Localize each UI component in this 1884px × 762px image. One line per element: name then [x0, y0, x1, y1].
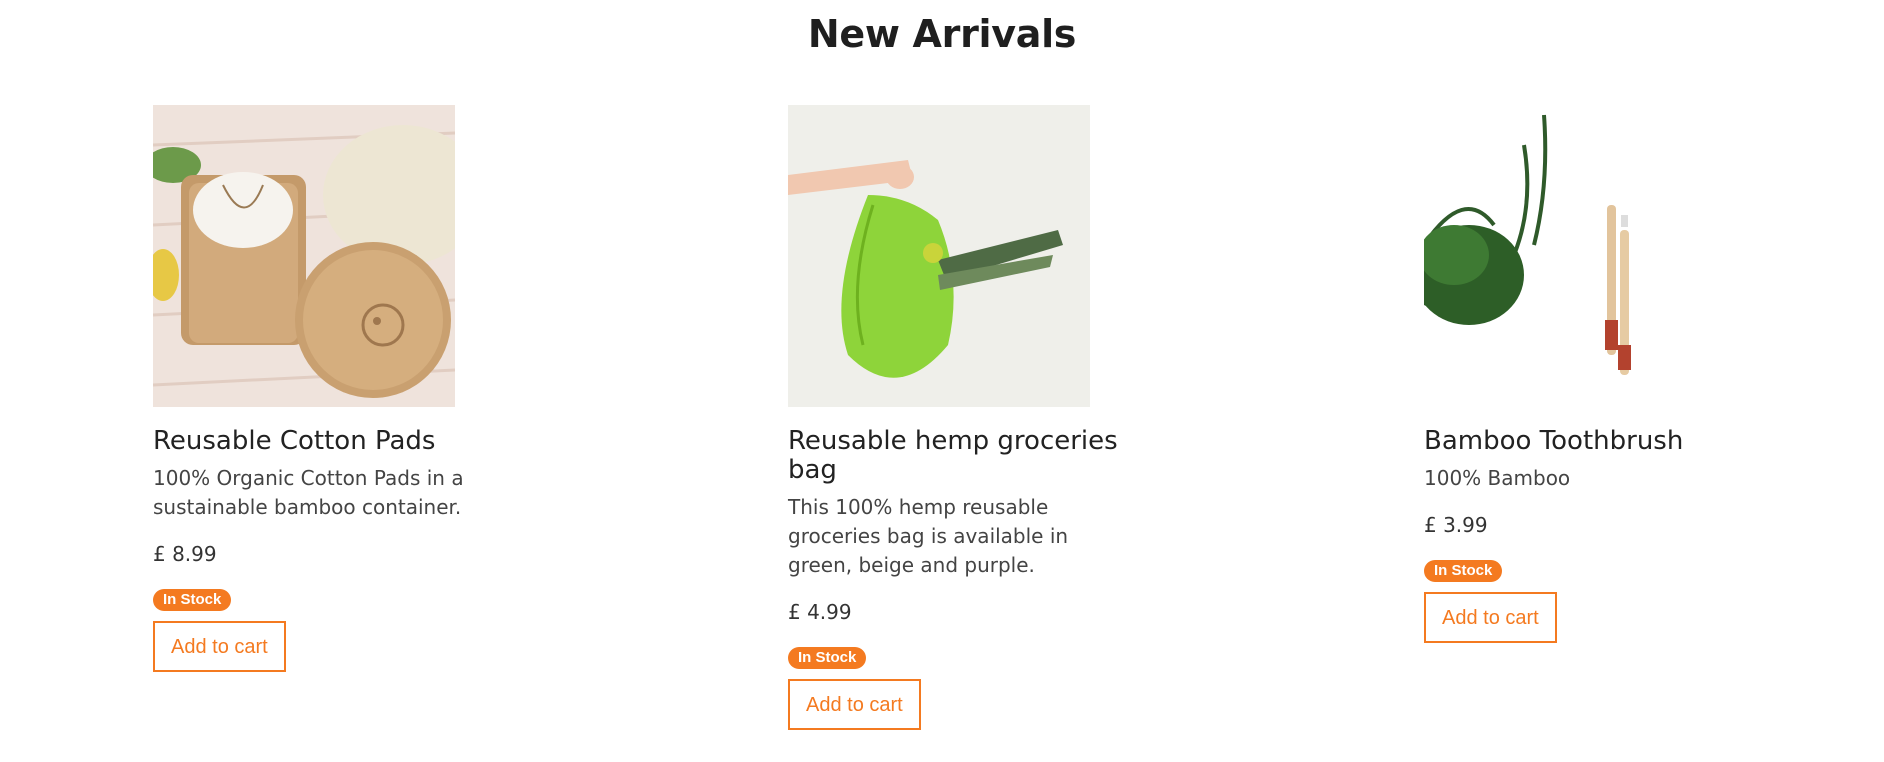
product-price: £ 4.99: [788, 600, 852, 624]
product-name[interactable]: Bamboo Toothbrush: [1424, 427, 1754, 456]
hemp-bag-image: [788, 105, 1090, 407]
section-title: New Arrivals: [807, 12, 1077, 56]
product-price: £ 3.99: [1424, 513, 1488, 537]
product-card: Reusable Cotton Pads 100% Organic Cotton…: [153, 105, 513, 672]
product-description: 100% Organic Cotton Pads in a sustainabl…: [153, 466, 464, 519]
product-name[interactable]: Reusable Cotton Pads: [153, 427, 483, 456]
product-name[interactable]: Reusable hemp groceries bag: [788, 427, 1118, 485]
stock-badge: In Stock: [788, 647, 867, 669]
add-to-cart-button[interactable]: Add to cart: [788, 679, 921, 730]
cotton-pads-image: [153, 105, 455, 407]
stock-badge: In Stock: [1424, 560, 1503, 582]
product-description: 100% Bamboo: [1424, 466, 1571, 490]
product-card: Bamboo Toothbrush 100% Bamboo £ 3.99 In …: [1424, 105, 1784, 643]
add-to-cart-button[interactable]: Add to cart: [1424, 592, 1557, 643]
stock-badge: In Stock: [153, 589, 232, 611]
product-image[interactable]: [788, 105, 1090, 407]
product-image[interactable]: [153, 105, 455, 407]
product-price: £ 8.99: [153, 542, 217, 566]
add-to-cart-button[interactable]: Add to cart: [153, 621, 286, 672]
product-card: Reusable hemp groceries bag This 100% he…: [788, 105, 1148, 730]
toothbrush-image: [1424, 105, 1726, 407]
product-description: This 100% hemp reusable groceries bag is…: [788, 495, 1069, 577]
product-image[interactable]: [1424, 105, 1726, 407]
